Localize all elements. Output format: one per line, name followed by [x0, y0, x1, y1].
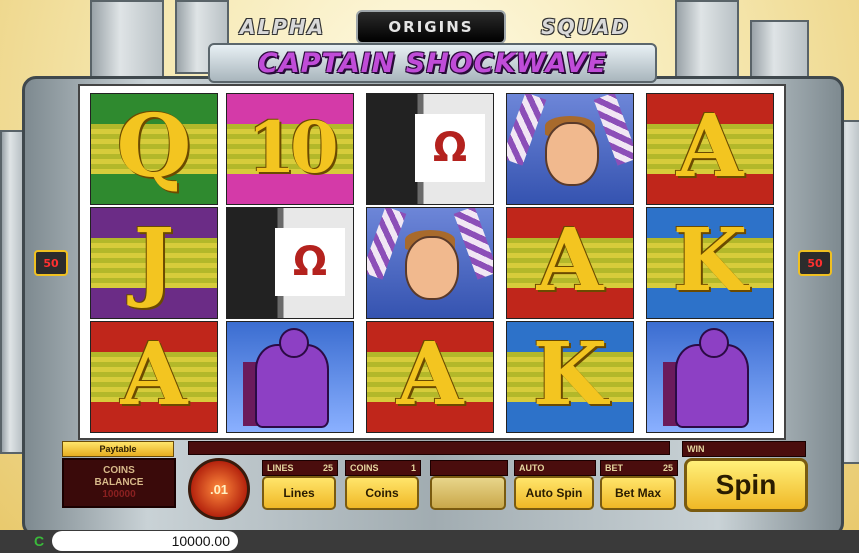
hero-head-shape — [279, 328, 309, 358]
hero-head-shape — [699, 328, 729, 358]
origins-badge: ORIGINS — [356, 10, 506, 44]
symbol-letter: K — [672, 210, 748, 311]
win-display: WIN — [682, 441, 806, 457]
face-shape — [405, 236, 459, 300]
symbol-letter: A — [120, 324, 188, 425]
reel-symbol-a: A — [366, 321, 494, 433]
background-building — [0, 130, 24, 454]
status-strip — [188, 441, 670, 455]
symbol-letter: 10 — [247, 106, 338, 189]
reel-symbol-k: K — [506, 321, 634, 433]
reel-symbol-10: 10 — [226, 93, 354, 205]
coins-balance-display: COINS BALANCE 100000 — [62, 458, 176, 508]
auto-label: AUTO — [514, 460, 596, 476]
right-line-badge: 50 — [798, 250, 832, 276]
paytable-button[interactable]: Paytable — [62, 441, 174, 457]
title-left-word: ALPHA — [240, 15, 326, 39]
background-building — [675, 0, 739, 84]
reel-symbol-caped-hero — [646, 321, 774, 433]
face-shape — [545, 122, 599, 186]
title-right-word: SQUAD — [541, 15, 630, 39]
reel-symbol-hero-portrait — [506, 93, 634, 205]
reel-symbol-j: J — [90, 207, 218, 319]
reel-symbol-k: K — [646, 207, 774, 319]
reel-symbol-a: A — [506, 207, 634, 319]
game-title: CAPTAIN SHOCKWAVE — [258, 47, 607, 79]
coin-value-disc[interactable]: .01 — [188, 458, 250, 520]
reel-symbol-omega-cliff: Ω — [226, 207, 354, 319]
bet-label: BET 25 — [600, 460, 678, 476]
currency-icon: C — [34, 533, 45, 549]
symbol-letter: A — [396, 324, 464, 425]
symbol-letter: Q — [116, 96, 192, 197]
omega-icon: Ω — [275, 228, 345, 296]
game-title-banner: CAPTAIN SHOCKWAVE — [208, 43, 657, 83]
arm-shape — [367, 208, 407, 280]
reel-grid: Q J A 10 Ω Ω A A K A K — [78, 84, 786, 440]
symbol-letter: A — [536, 210, 604, 311]
reel-symbol-a: A — [646, 93, 774, 205]
bet-max-button[interactable]: Bet Max — [600, 476, 676, 510]
reel-symbol-q: Q — [90, 93, 218, 205]
omega-icon: Ω — [415, 114, 485, 182]
background-building — [90, 0, 164, 84]
reel-symbol-hero-portrait — [366, 207, 494, 319]
left-line-badge: 50 — [34, 250, 68, 276]
reel-symbol-caped-hero — [226, 321, 354, 433]
spin-button[interactable]: Spin — [684, 458, 808, 512]
arm-shape — [453, 208, 493, 280]
coins-label: COINS 1 — [345, 460, 421, 476]
symbol-letter: J — [133, 210, 175, 311]
auto-spin-button[interactable]: Auto Spin — [514, 476, 594, 510]
reel-symbol-a: A — [90, 321, 218, 433]
coins-button[interactable]: Coins — [345, 476, 419, 510]
reel-symbol-omega-cliff: Ω — [366, 93, 494, 205]
arm-shape — [593, 94, 633, 166]
disabled-button — [430, 476, 506, 510]
symbol-letter: A — [676, 96, 744, 197]
arm-shape — [507, 94, 547, 166]
lines-label: LINES 25 — [262, 460, 338, 476]
origins-label: ORIGINS — [388, 18, 474, 36]
symbol-letter: K — [532, 324, 608, 425]
blank-label — [430, 460, 508, 476]
lines-button[interactable]: Lines — [262, 476, 336, 510]
balance-field: 10000.00 — [52, 531, 238, 551]
